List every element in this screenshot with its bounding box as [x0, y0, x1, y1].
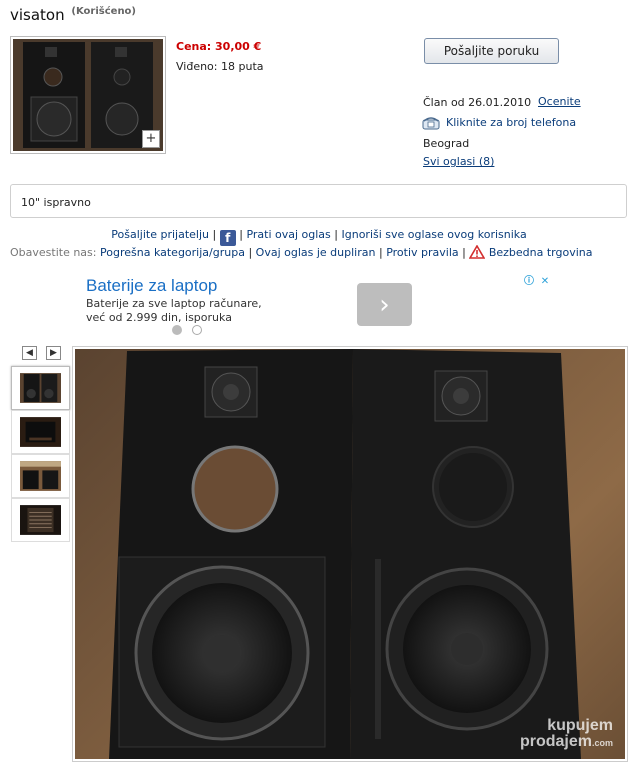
- separator: |: [239, 228, 243, 241]
- phone-link[interactable]: Kliknite za broj telefona: [446, 116, 576, 129]
- ad-text-line1: Baterije za sve laptop računare,: [86, 297, 262, 310]
- enlarge-plus-icon[interactable]: +: [142, 130, 160, 148]
- rate-seller-link[interactable]: Ocenite: [538, 95, 581, 108]
- ad-choices[interactable]: ⓘ ✕: [522, 275, 552, 290]
- gallery-thumb[interactable]: [11, 454, 70, 498]
- share-links: Pošaljite prijatelju | f | Prati ovaj og…: [0, 228, 638, 246]
- main-thumbnail[interactable]: +: [10, 36, 166, 154]
- all-ads-link[interactable]: Svi oglasi (8): [423, 155, 494, 168]
- view-count: Viđeno: 18 puta: [176, 60, 264, 73]
- description-box: 10" ispravno: [10, 184, 627, 218]
- ignore-user-link[interactable]: Ignoriši sve oglase ovog korisnika: [342, 228, 527, 241]
- close-icon[interactable]: ✕: [538, 275, 552, 290]
- wrong-category-link[interactable]: Pogrešna kategorija/grupa: [100, 246, 245, 259]
- member-since: Član od 26.01.2010: [423, 96, 532, 109]
- ad-text[interactable]: Baterije za sve laptop računare, već od …: [86, 297, 316, 325]
- gallery-thumb[interactable]: [11, 498, 70, 542]
- ad-title[interactable]: Baterije za laptop: [86, 276, 217, 296]
- speakers-large-image: [109, 349, 581, 759]
- send-to-friend-link[interactable]: Pošaljite prijatelju: [111, 228, 209, 241]
- speakers-small-image: [13, 39, 163, 151]
- thumb-image: [20, 373, 61, 403]
- condition-label: (Korišćeno): [71, 6, 137, 17]
- separator: |: [334, 228, 338, 241]
- listing-title: visaton (Korišćeno): [10, 6, 136, 24]
- separator: |: [378, 246, 383, 259]
- watermark: kupujem prodajem.com: [520, 718, 613, 751]
- duplicate-link[interactable]: Ovaj oglas je dupliran: [256, 246, 376, 259]
- separator: |: [212, 228, 217, 241]
- seller-city: Beograd: [423, 137, 470, 150]
- listing-title-text: visaton: [10, 6, 65, 24]
- ad-text-line2: već od 2.999 din, isporuka: [86, 311, 232, 324]
- against-rules-link[interactable]: Protiv pravila: [386, 246, 458, 259]
- send-message-button[interactable]: Pošaljite poruku: [424, 38, 559, 64]
- info-icon[interactable]: ⓘ: [522, 275, 536, 290]
- phone-link-row[interactable]: Kliknite za broj telefona: [422, 115, 576, 130]
- watermark-line2: prodajem.com: [519, 733, 613, 750]
- description-text: 10" ispravno: [21, 196, 91, 209]
- gallery-thumb[interactable]: [11, 410, 70, 454]
- main-photo-image: kupujem prodajem.com: [75, 349, 625, 759]
- safe-trade-link[interactable]: Bezbedna trgovina: [489, 246, 593, 259]
- gallery-thumb[interactable]: [11, 366, 70, 410]
- thumbnail-photo: +: [13, 39, 163, 151]
- arrow-left-icon[interactable]: ◀: [22, 346, 37, 360]
- report-label: Obavestite nas:: [10, 246, 97, 259]
- thumb-image: [20, 505, 61, 535]
- report-links: Obavestite nas: Pogrešna kategorija/grup…: [10, 245, 628, 259]
- separator: |: [248, 246, 253, 259]
- separator: |: [462, 246, 466, 259]
- phone-icon: [422, 117, 440, 130]
- thumb-image: [20, 461, 61, 491]
- thumb-image: [20, 417, 61, 447]
- arrow-right-icon[interactable]: ▶: [46, 346, 61, 360]
- ad-carousel-dot-active[interactable]: [172, 325, 182, 335]
- follow-ad-link[interactable]: Prati ovaj oglas: [246, 228, 330, 241]
- main-photo[interactable]: kupujem prodajem.com: [72, 346, 628, 762]
- ad-carousel-dot[interactable]: [192, 325, 202, 335]
- price: Cena: 30,00 €: [176, 40, 262, 53]
- warning-icon: [469, 245, 486, 259]
- watermark-line1: kupujem: [547, 717, 613, 734]
- facebook-icon[interactable]: f: [219, 230, 236, 246]
- chevron-right-icon[interactable]: ›: [357, 283, 412, 326]
